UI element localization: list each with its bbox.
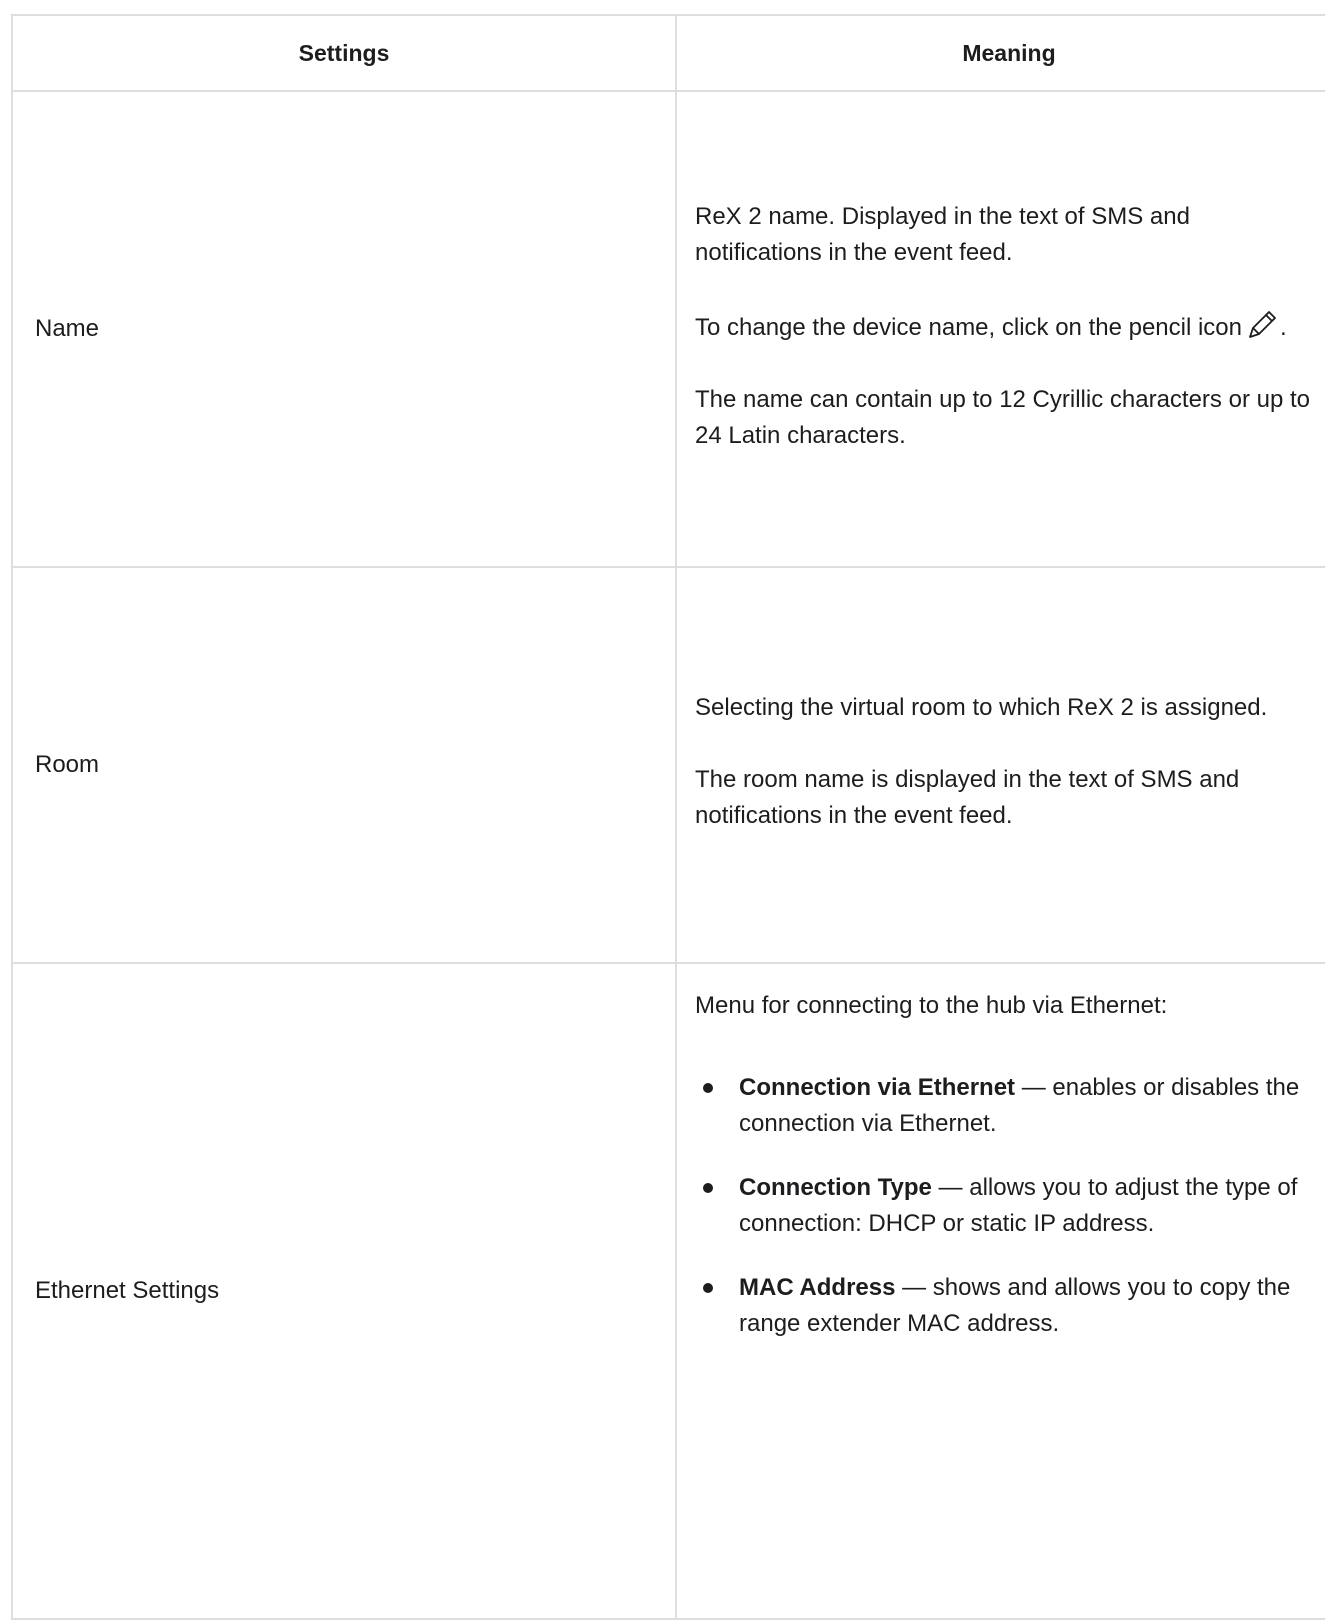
list-item: Connection via Ethernet — enables or dis… <box>703 1070 1323 1142</box>
meaning-room-cell: Selecting the virtual room to which ReX … <box>675 566 1325 964</box>
table-row: Name ReX 2 name. Displayed in the text o… <box>11 90 1325 568</box>
list-item: MAC Address — shows and allows you to co… <box>703 1270 1323 1342</box>
pencil-icon <box>1246 307 1280 341</box>
meaning-paragraph: To change the device name, click on the … <box>695 307 1323 346</box>
ethernet-intro: Menu for connecting to the hub via Ether… <box>695 992 1168 1019</box>
table-header-row: Settings Meaning <box>11 14 1325 92</box>
meaning-paragraph: ReX 2 name. Displayed in the text of SMS… <box>695 202 1190 266</box>
setting-name-cell: Name <box>11 90 677 568</box>
meaning-paragraph: The room name is displayed in the text o… <box>695 766 1240 829</box>
list-item-term: MAC Address <box>739 1274 896 1301</box>
meaning-ethernet-cell: Menu for connecting to the hub via Ether… <box>675 962 1325 1620</box>
table-row: Ethernet Settings Menu for connecting to… <box>11 962 1325 1620</box>
meaning-paragraph: The name can contain up to 12 Cyrillic c… <box>695 385 1310 449</box>
setting-ethernet-cell: Ethernet Settings <box>11 962 677 1620</box>
pencil-suffix: . <box>1280 313 1287 341</box>
list-item: Connection Type — allows you to adjust t… <box>703 1170 1323 1242</box>
bullet-icon <box>703 1083 713 1093</box>
list-item-term: Connection via Ethernet <box>739 1074 1016 1101</box>
pencil-instruction-text: To change the device name, click on the … <box>695 313 1242 341</box>
header-meaning: Meaning <box>675 14 1325 92</box>
header-settings: Settings <box>11 14 677 92</box>
bullet-icon <box>703 1283 713 1293</box>
table-row: Room Selecting the virtual room to which… <box>11 566 1325 964</box>
bullet-icon <box>703 1183 713 1193</box>
ethernet-options-list: Connection via Ethernet — enables or dis… <box>695 1070 1323 1342</box>
list-item-term: Connection Type <box>739 1174 932 1201</box>
meaning-name-cell: ReX 2 name. Displayed in the text of SMS… <box>675 90 1325 568</box>
meaning-paragraph: Selecting the virtual room to which ReX … <box>695 694 1268 721</box>
settings-table: Settings Meaning Name ReX 2 name. Displa… <box>11 14 1325 1620</box>
setting-room-cell: Room <box>11 566 677 964</box>
